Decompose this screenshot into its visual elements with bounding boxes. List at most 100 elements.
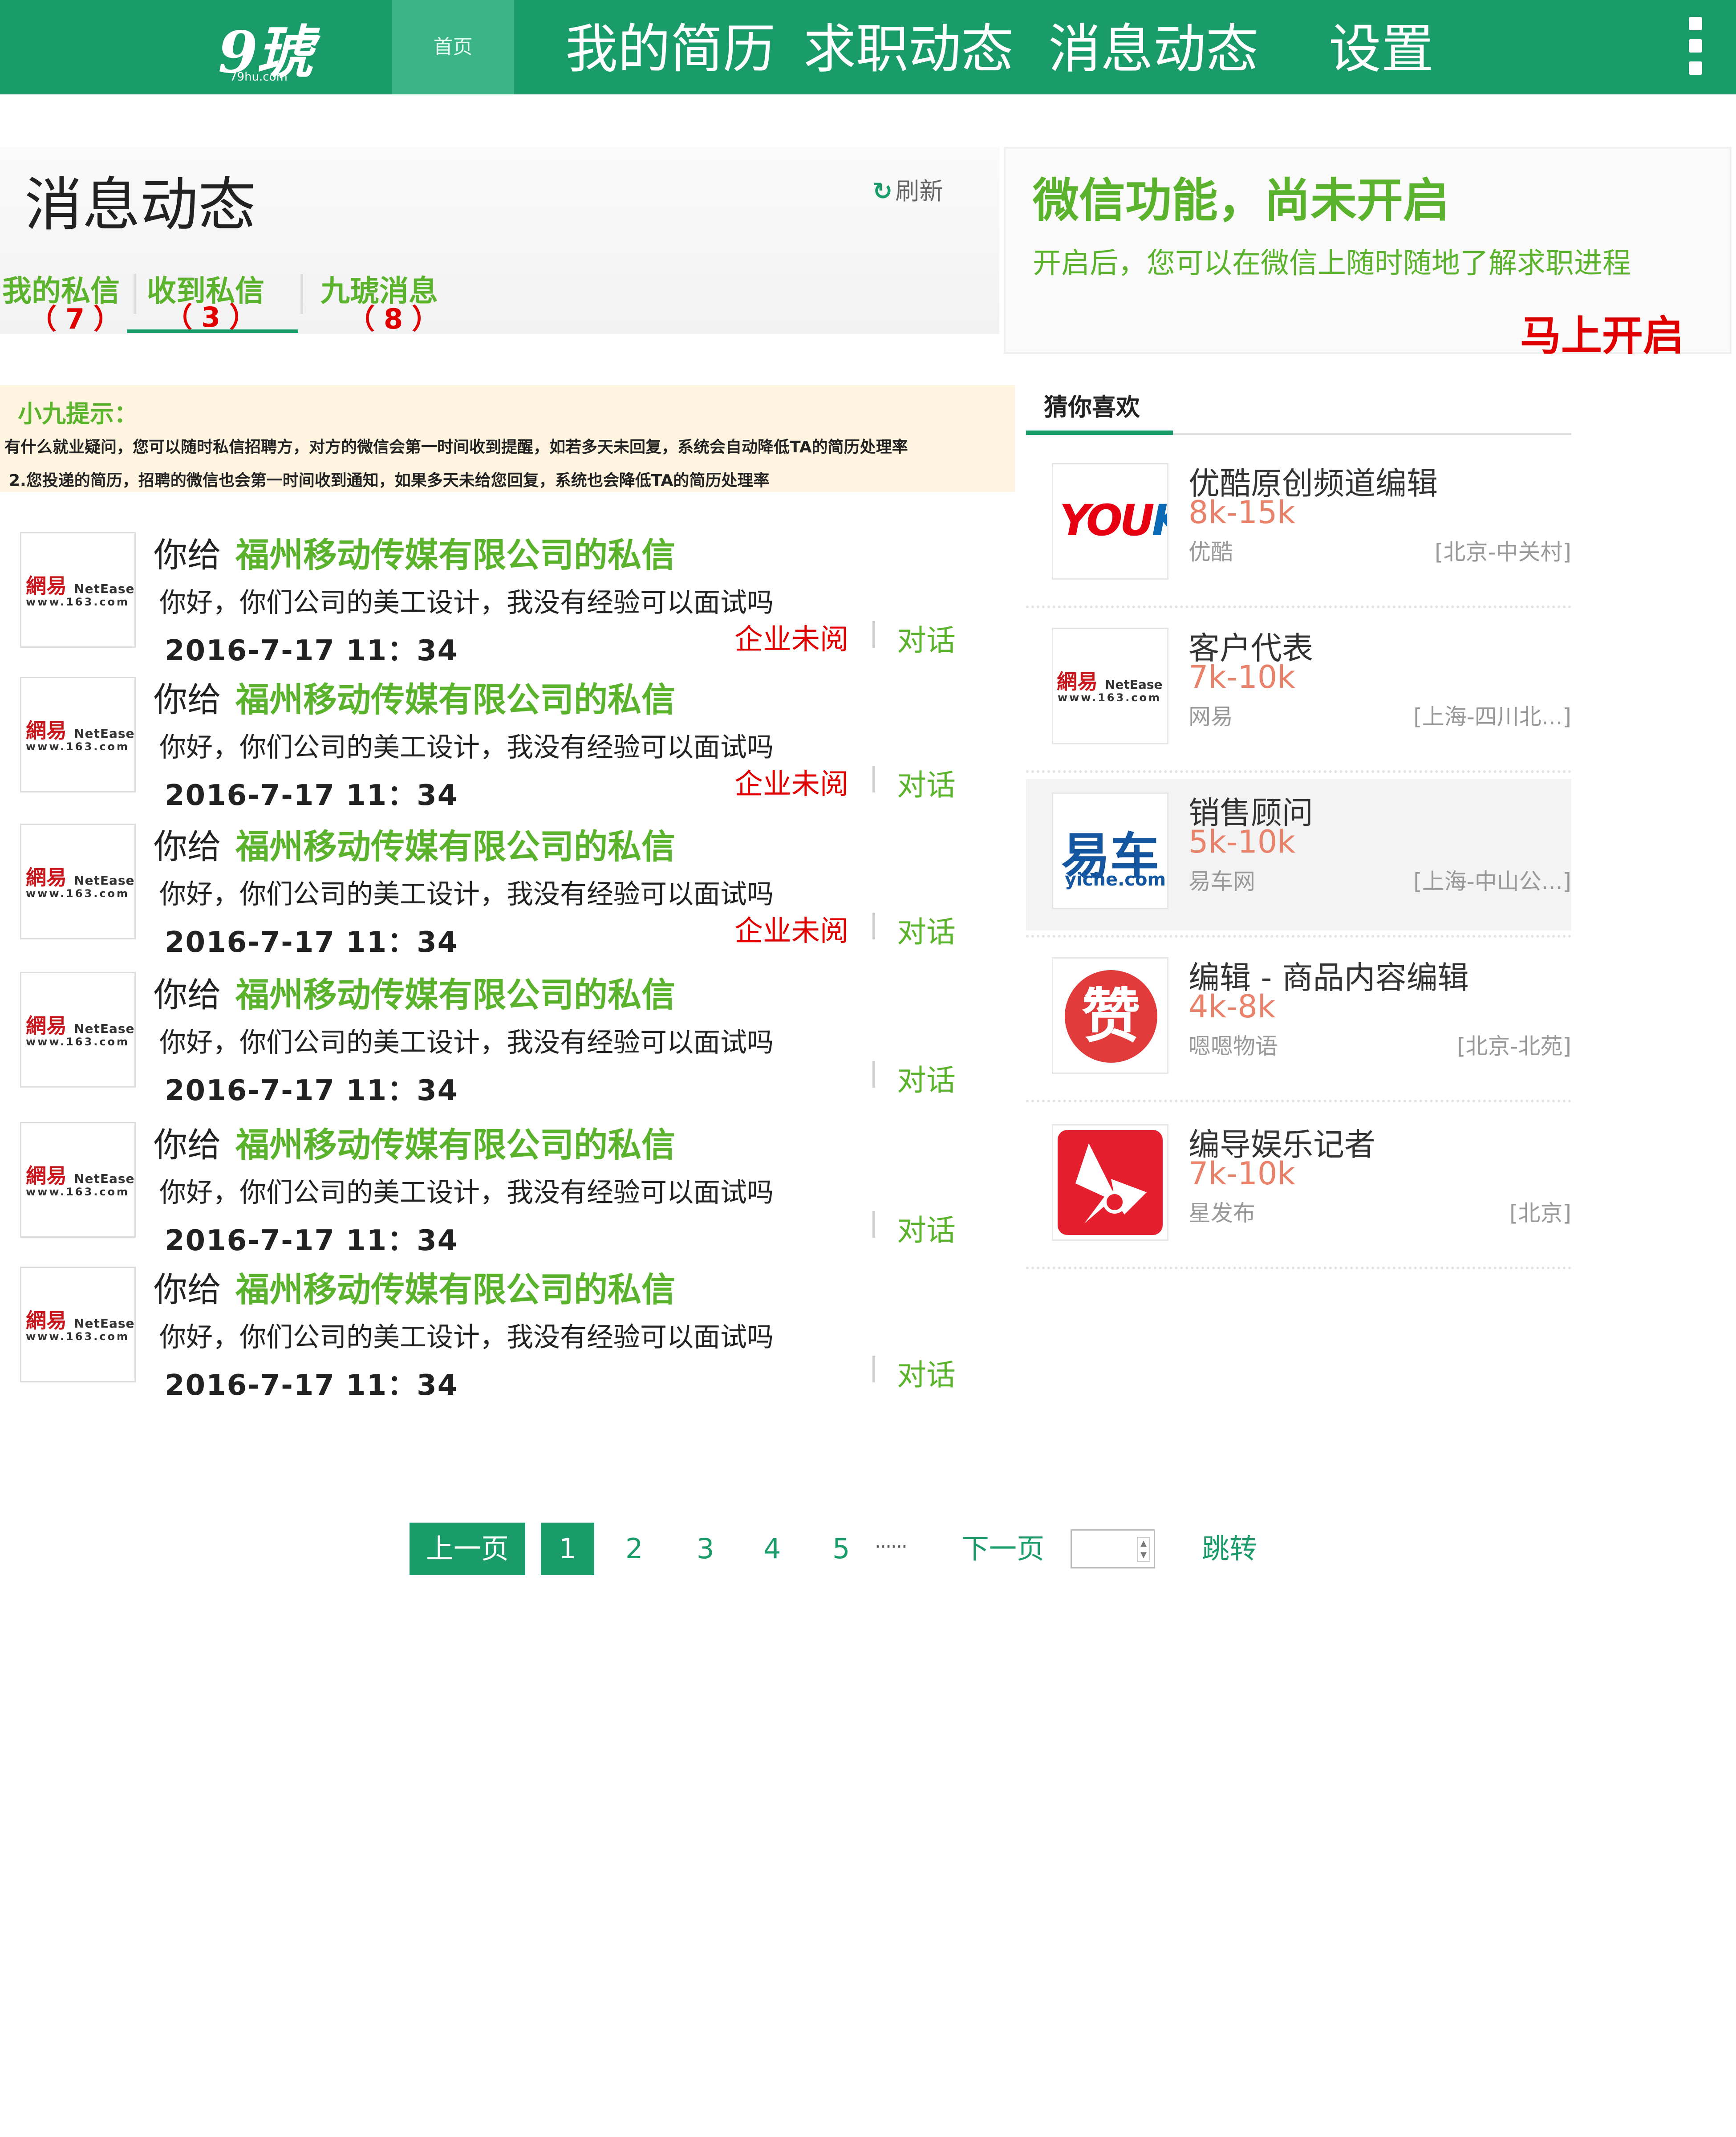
- company-logo: 網易 NetEase www.163.com: [20, 1122, 136, 1238]
- logo-en: NetEase: [74, 1171, 135, 1186]
- job-location: [北京-北苑]: [1456, 1033, 1571, 1059]
- message-prefix: 你给: [154, 1125, 221, 1165]
- company-logo: 網易 NetEase www.163.com: [20, 824, 136, 939]
- tab-received-messages[interactable]: 收到私信 （3）: [147, 267, 294, 333]
- logo-url: www.163.com: [26, 1036, 130, 1048]
- message-company-link[interactable]: 福州移动传媒有限公司的私信: [235, 535, 675, 575]
- netease-logo-mark: 網易 NetEase: [26, 1010, 135, 1039]
- message-prefix: 你给: [154, 680, 221, 719]
- page-2-button[interactable]: 2: [625, 1523, 643, 1575]
- netease-logo-mark: 網易 NetEase: [26, 1304, 135, 1334]
- chat-button[interactable]: 对话: [897, 1056, 956, 1099]
- message-company-link[interactable]: 福州移动传媒有限公司的私信: [235, 1125, 675, 1165]
- recommended-job-card[interactable]: 编导娱乐记者 7k-10k 星发布 [北京]: [1026, 1111, 1571, 1262]
- job-card-divider: [1026, 1100, 1571, 1102]
- message-heading[interactable]: 你给 福州移动传媒有限公司的私信: [154, 819, 675, 868]
- job-location: [上海-四川北...]: [1413, 704, 1571, 730]
- message-heading[interactable]: 你给 福州移动传媒有限公司的私信: [154, 528, 675, 577]
- job-salary: 4k-8k: [1188, 988, 1276, 1025]
- star-logo: [1058, 1130, 1163, 1235]
- message-heading[interactable]: 你给 福州移动传媒有限公司的私信: [154, 672, 675, 721]
- job-company: 易车网: [1188, 869, 1255, 894]
- nav-home-tab[interactable]: 首页: [392, 0, 514, 94]
- prev-page-button[interactable]: 上一页: [410, 1523, 525, 1575]
- nav-my-resume[interactable]: 我的简历: [565, 18, 775, 80]
- nav-message-updates[interactable]: 消息动态: [1048, 18, 1258, 80]
- job-card-divider: [1026, 770, 1571, 773]
- wechat-enable-button[interactable]: 马上开启: [1520, 303, 1684, 362]
- message-company-link[interactable]: 福州移动传媒有限公司的私信: [235, 827, 675, 866]
- logo-url: www.163.com: [26, 596, 130, 608]
- active-tab-indicator: [127, 329, 298, 333]
- job-company: 网易: [1188, 704, 1233, 730]
- page-4-button[interactable]: 4: [763, 1523, 781, 1575]
- wechat-promo-title: 微信功能，尚未开启: [1033, 173, 1450, 228]
- chat-button[interactable]: 对话: [897, 617, 956, 659]
- tip-line-2: 2.您投递的简历，招聘的微信也会第一时间收到通知，如果多天未给您回复，系统也会降…: [9, 471, 770, 490]
- message-heading[interactable]: 你给 福州移动传媒有限公司的私信: [154, 1117, 675, 1166]
- logo-cn: 網易: [26, 1014, 67, 1038]
- page-1-button[interactable]: 1: [541, 1523, 594, 1575]
- job-card-divider: [1026, 605, 1571, 608]
- job-card-divider: [1026, 1267, 1571, 1269]
- netease-logo-mark: 網易 NetEase: [26, 1160, 135, 1189]
- page-5-button[interactable]: 5: [832, 1523, 850, 1575]
- chat-button[interactable]: 对话: [897, 1351, 956, 1394]
- job-company-logo: YOUKU: [1052, 463, 1168, 580]
- chat-button[interactable]: 对话: [897, 761, 956, 804]
- tab-my-messages[interactable]: 我的私信 （7）: [2, 267, 131, 335]
- recommended-job-card[interactable]: YOUKU 优酷原创频道编辑 8k-15k 优酷 [北京-中关村]: [1026, 450, 1571, 601]
- refresh-button[interactable]: ↻ 刷新: [872, 171, 943, 207]
- message-time: 2016-7-17 11：34: [165, 634, 458, 667]
- netease-logo-mark: 網易 NetEase: [26, 715, 135, 744]
- page-3-button[interactable]: 3: [697, 1523, 714, 1575]
- message-time: 2016-7-17 11：34: [165, 779, 458, 812]
- recommended-job-card[interactable]: 網易 NetEase www.163.com 客户代表 7k-10k 网易 [上海…: [1026, 614, 1571, 766]
- tab-system-messages[interactable]: 九琥消息 （8）: [320, 267, 450, 335]
- nav-job-updates[interactable]: 求职动态: [803, 18, 1014, 80]
- logo-cn: 網易: [26, 865, 67, 890]
- message-company-link[interactable]: 福州移动传媒有限公司的私信: [235, 975, 675, 1015]
- message-heading[interactable]: 你给 福州移动传媒有限公司的私信: [154, 1262, 675, 1311]
- job-company-logo: 網易 NetEase www.163.com: [1052, 628, 1168, 744]
- chat-button[interactable]: 对话: [897, 908, 956, 951]
- logo-cn: 網易: [26, 1164, 67, 1188]
- job-salary: 7k-10k: [1188, 1155, 1295, 1192]
- logo-cn: 網易: [26, 719, 67, 743]
- logo-en: NetEase: [74, 1021, 135, 1036]
- company-logo: 網易 NetEase www.163.com: [20, 1267, 136, 1382]
- yiche-logo-url: yiche.com: [1065, 869, 1166, 890]
- chat-button[interactable]: 对话: [897, 1207, 956, 1249]
- recommended-job-card[interactable]: 易车 yiche.com 销售顾问 5k-10k 易车网 [上海-中山公...]: [1026, 779, 1571, 930]
- logo-cn: 網易: [26, 574, 67, 598]
- job-company: 嗯嗯物语: [1188, 1033, 1278, 1059]
- recommended-job-card[interactable]: 赞 编辑 - 商品内容编辑 4k-8k 嗯嗯物语 [北京-北苑]: [1026, 944, 1571, 1095]
- tab-count: （3）: [165, 301, 266, 333]
- message-action-divider: [872, 766, 875, 792]
- tab-divider: [134, 274, 136, 314]
- message-action-divider: [872, 621, 875, 648]
- refresh-label: 刷新: [895, 177, 944, 205]
- site-logo[interactable]: 9琥 79hu.com: [218, 6, 325, 86]
- page-number-input[interactable]: ▲ ▼: [1071, 1529, 1155, 1568]
- logo-en: NetEase: [74, 1316, 135, 1331]
- message-company-link[interactable]: 福州移动传媒有限公司的私信: [235, 1270, 675, 1309]
- logo-url: www.163.com: [26, 1330, 130, 1343]
- tip-line-1: 有什么就业疑问，您可以随时私信招聘方，对方的微信会第一时间收到提醒，如若多天未回…: [4, 438, 908, 456]
- netease-logo-mark: 網易 NetEase: [26, 570, 135, 599]
- more-menu-icon[interactable]: [1687, 17, 1705, 79]
- message-company-link[interactable]: 福州移动传媒有限公司的私信: [235, 680, 675, 719]
- job-salary: 7k-10k: [1188, 659, 1295, 695]
- wechat-promo-desc: 开启后，您可以在微信上随时随地了解求职进程: [1033, 247, 1631, 280]
- logo-cn: 網易: [1057, 670, 1098, 694]
- spinner-arrows-icon[interactable]: ▲ ▼: [1137, 1537, 1150, 1562]
- message-time: 2016-7-17 11：34: [165, 1369, 458, 1402]
- job-location: [上海-中山公...]: [1413, 869, 1571, 894]
- message-heading[interactable]: 你给 福州移动传媒有限公司的私信: [154, 967, 675, 1016]
- job-location: [北京-中关村]: [1434, 539, 1571, 565]
- netease-logo: 網易 NetEase: [1057, 666, 1163, 695]
- message-status-badge: 企业未阅: [734, 915, 848, 948]
- jump-page-button[interactable]: 跳转: [1202, 1523, 1257, 1575]
- next-page-button[interactable]: 下一页: [961, 1523, 1044, 1575]
- nav-settings[interactable]: 设置: [1329, 18, 1434, 80]
